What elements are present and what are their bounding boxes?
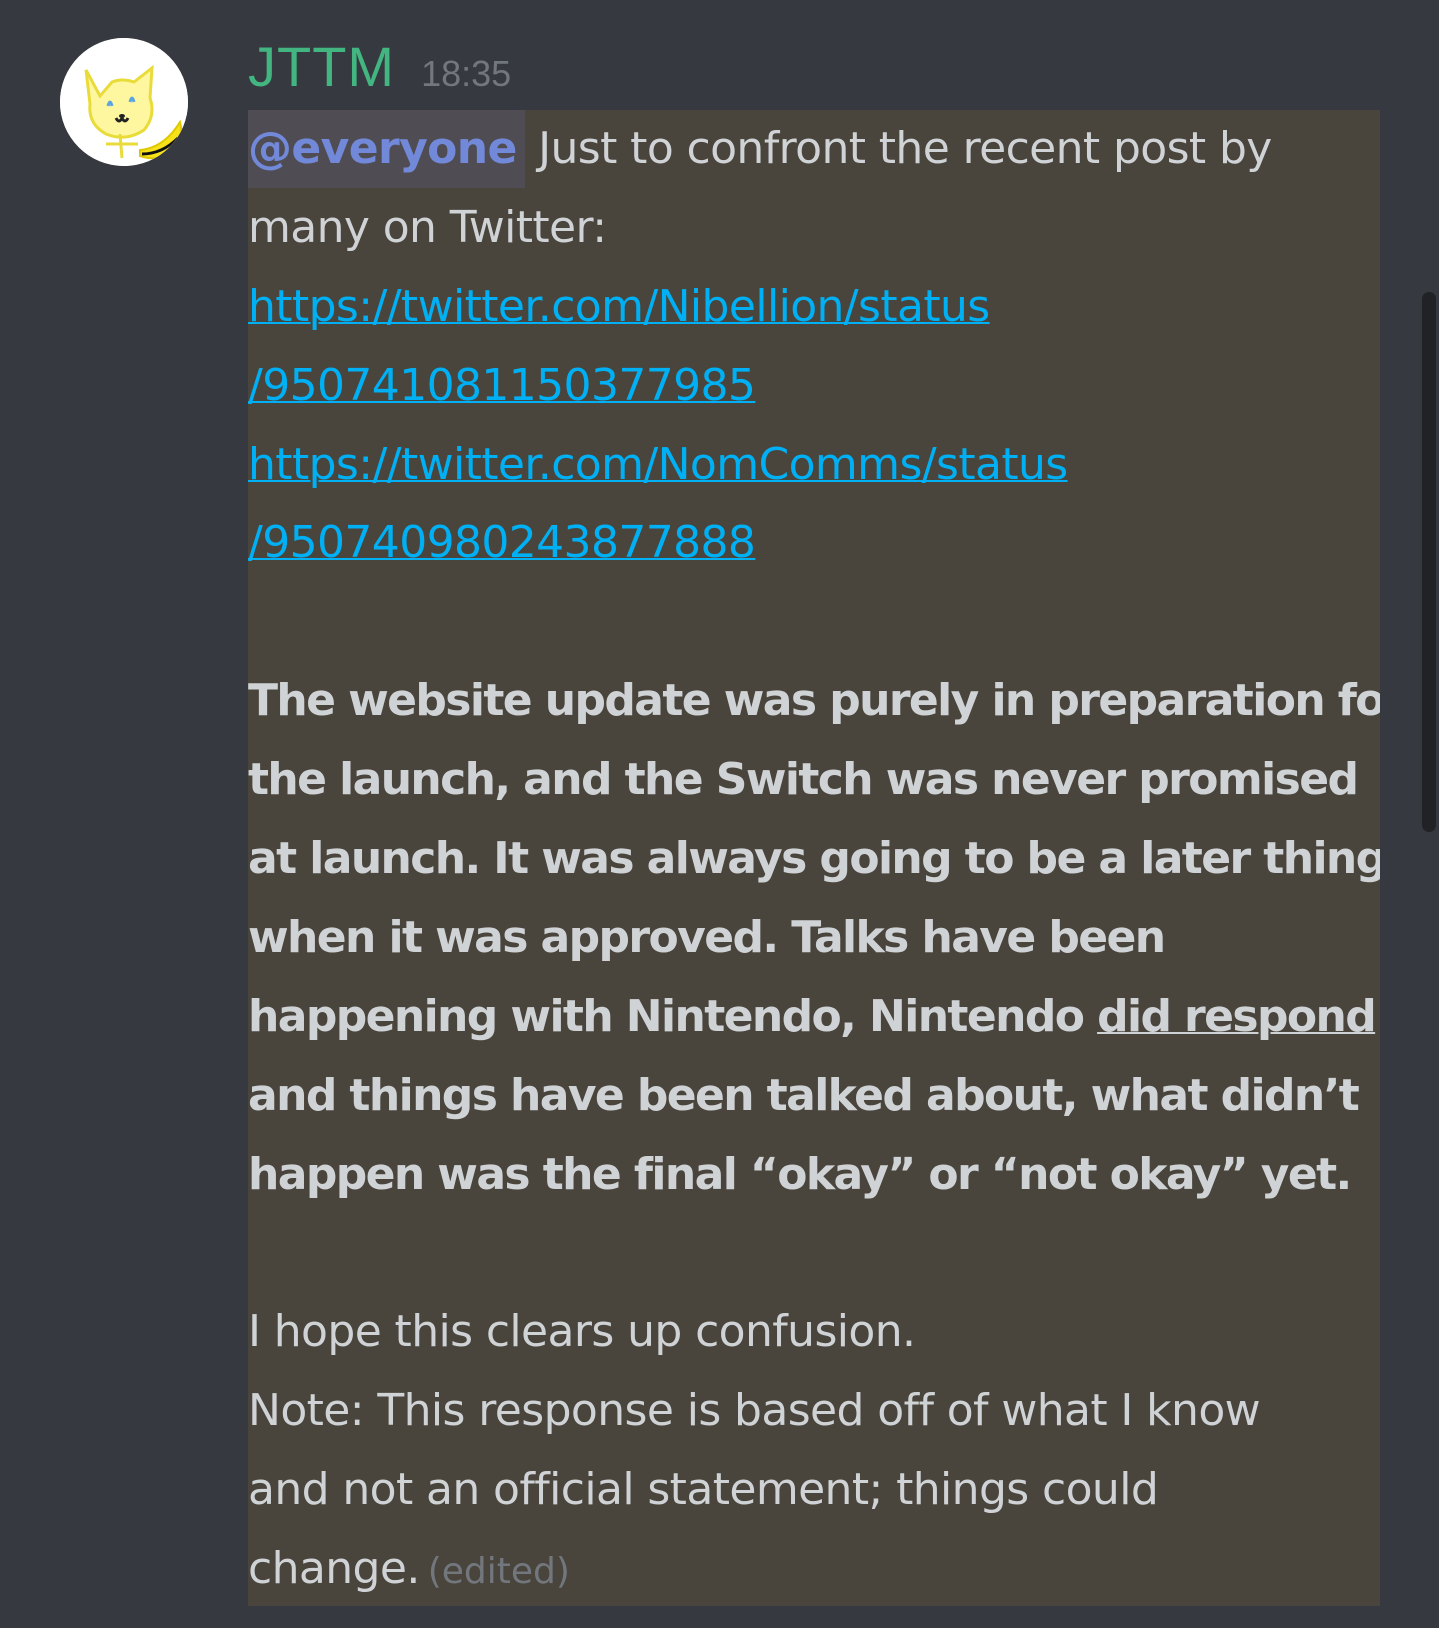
message-timestamp: 18:35 — [421, 53, 512, 94]
edited-label: (edited) — [427, 1551, 570, 1593]
underlined-text: did respond — [1097, 990, 1377, 1042]
message-line: and not an official statement; things co… — [248, 1464, 1159, 1516]
message-line: Note: This response is based off of what… — [248, 1385, 1261, 1437]
message-text: happening with Nintendo, Nintendo — [248, 990, 1098, 1042]
message-line-bold: The website update was purely in prepara… — [248, 675, 1380, 727]
everyone-mention[interactable]: @everyone — [248, 110, 525, 188]
message-body: @everyone Just to confront the recent po… — [248, 110, 1380, 1606]
message-line-bold: happen was the final “okay” or “not okay… — [248, 1148, 1352, 1200]
message-line-bold: happening with Nintendo, Nintendo did re… — [248, 978, 1380, 1057]
message-line: /950740980243877888 — [248, 504, 1380, 583]
message-line: https://twitter.com/NomComms/status — [248, 426, 1380, 505]
message-line-bold: and things have been talked about, what … — [248, 1069, 1360, 1121]
twitter-link-nibellion[interactable]: https://twitter.com/Nibellion/status — [248, 281, 990, 332]
user-avatar[interactable] — [60, 38, 188, 166]
message-line: /950741081150377985 — [248, 347, 1380, 426]
username[interactable]: JTTM — [248, 22, 395, 112]
scrollbar-thumb[interactable] — [1422, 292, 1436, 832]
message-text: Just to confront the recent post by — [524, 123, 1272, 174]
twitter-link-nomcomms-status[interactable]: /950740980243877888 — [248, 517, 756, 568]
message-line: https://twitter.com/Nibellion/status — [248, 268, 1380, 347]
twitter-link-nibellion-status[interactable]: /950741081150377985 — [248, 360, 756, 411]
message-line: @everyone Just to confront the recent po… — [248, 110, 1380, 189]
message-line: I hope this clears up confusion. — [248, 1306, 916, 1358]
twitter-link-nomcomms[interactable]: https://twitter.com/NomComms/status — [248, 439, 1068, 490]
message-line-bold: the launch, and the Switch was never pro… — [248, 754, 1359, 806]
message-line: many on Twitter: — [248, 201, 607, 253]
message-line-bold: when it was approved. Talks have been — [248, 911, 1166, 963]
message-line: change. (edited) — [248, 1530, 1380, 1609]
message-header: JTTM 18:35 — [248, 22, 511, 112]
cartoon-cat-avatar-icon — [60, 38, 188, 166]
message-line-bold: at launch. It was always going to be a l… — [248, 833, 1380, 885]
message-text: change. — [248, 1543, 420, 1595]
